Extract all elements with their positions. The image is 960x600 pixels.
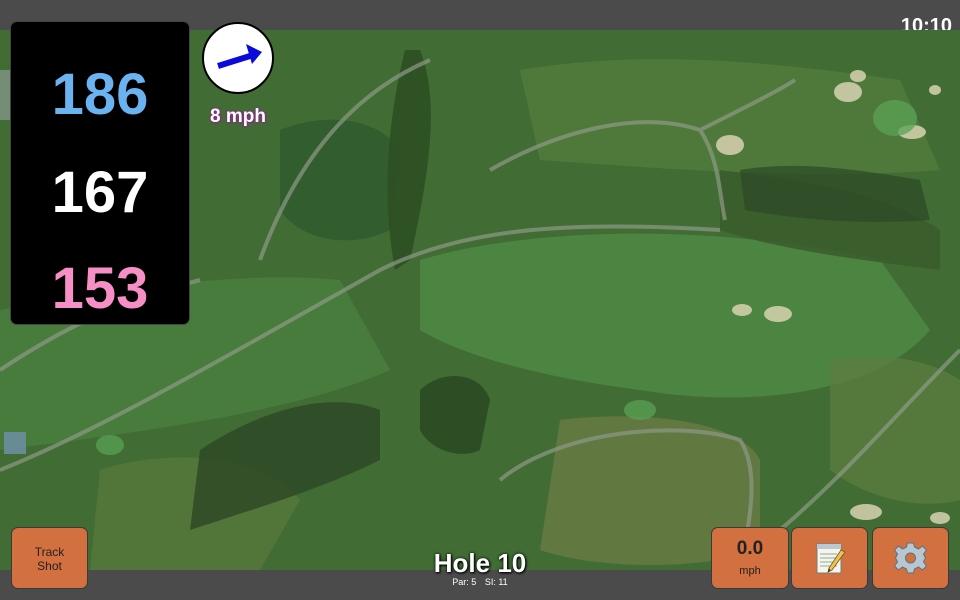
notepad-icon <box>816 543 846 574</box>
hole-par: Par: 5 <box>452 577 477 587</box>
front-of-green-distance: 153 <box>51 256 149 321</box>
gear-icon <box>893 542 928 574</box>
wind-speed-unit: mph <box>739 565 761 577</box>
wind-speed-button[interactable]: 0.0 mph <box>712 528 788 588</box>
hole-title[interactable]: Hole 10 <box>380 548 580 579</box>
wind-direction-dial[interactable] <box>202 22 274 94</box>
track-shot-label-line2: Shot <box>37 559 62 573</box>
settings-button[interactable] <box>873 528 948 588</box>
arrow-right-up-icon <box>217 44 262 69</box>
track-shot-button[interactable]: Track Shot <box>12 528 87 588</box>
back-of-green-distance: 186 <box>51 62 149 127</box>
wind-speed-label: 8 mph <box>210 106 266 127</box>
hole-info: Par: 5 SI: 11 <box>380 577 580 587</box>
hole-stroke-index: SI: 11 <box>484 577 508 587</box>
distance-panel: 186 167 153 <box>11 22 189 324</box>
middle-of-green-distance: 167 <box>51 160 149 225</box>
notes-button[interactable] <box>792 528 867 588</box>
wind-speed-value: 0.0 <box>736 538 764 559</box>
track-shot-label-line1: Track <box>34 545 65 559</box>
